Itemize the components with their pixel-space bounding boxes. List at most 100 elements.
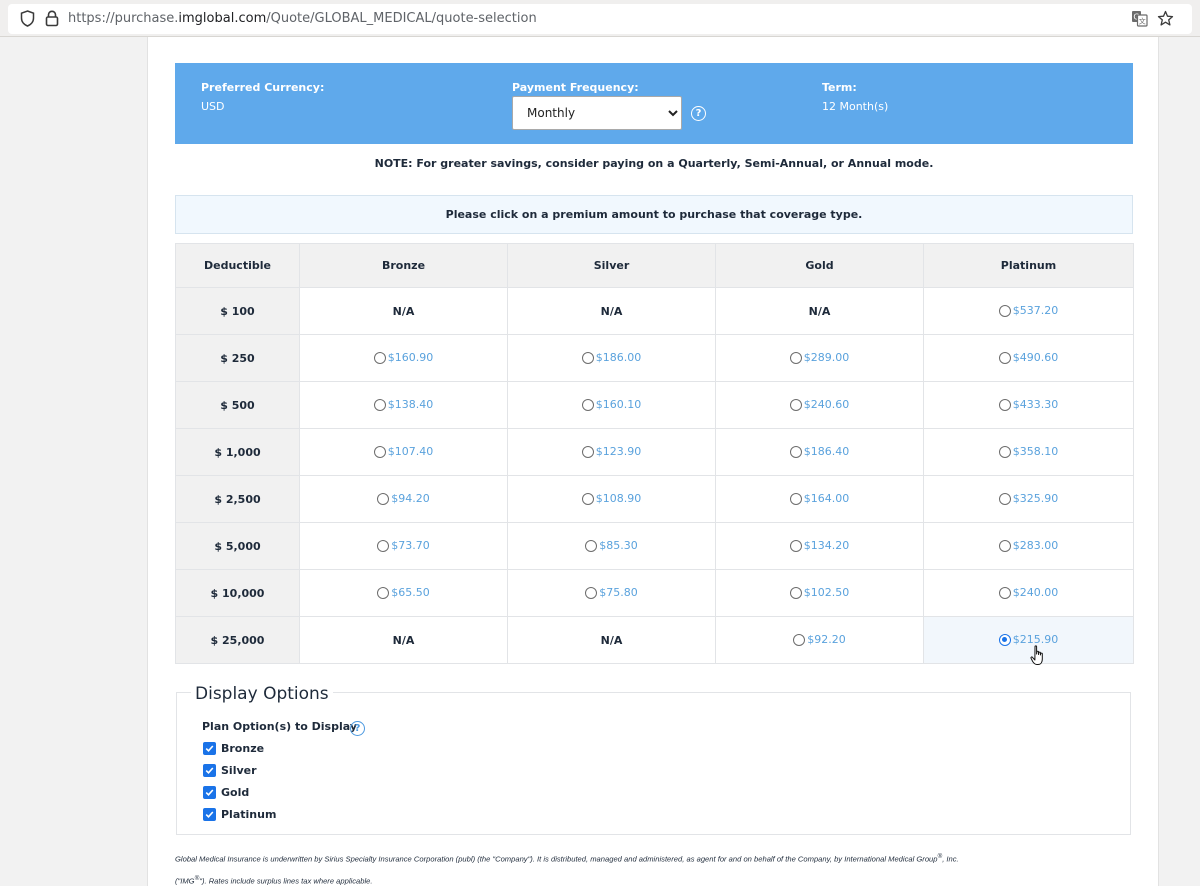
premium-option[interactable]: $215.90: [998, 633, 1058, 646]
premium-amount[interactable]: $85.30: [599, 539, 638, 552]
quote-page: Preferred Currency: USD Payment Frequenc…: [147, 37, 1159, 886]
checkbox-platinum[interactable]: Platinum: [203, 808, 276, 821]
premium-option[interactable]: $433.30: [998, 398, 1059, 411]
radio-icon[interactable]: [789, 351, 802, 364]
radio-icon[interactable]: [998, 304, 1011, 317]
premium-amount[interactable]: $240.00: [1013, 586, 1059, 599]
plan-options-help-icon[interactable]: ?: [350, 721, 365, 736]
premium-option[interactable]: $94.20: [377, 492, 430, 505]
radio-icon[interactable]: [998, 539, 1011, 552]
checkbox-checked-icon[interactable]: [203, 786, 216, 799]
radio-icon[interactable]: [793, 633, 806, 646]
table-row: $ 1,000 $107.40 $123.90 $186.40 $358.10: [175, 428, 1134, 476]
premium-amount[interactable]: $160.90: [388, 351, 434, 364]
radio-icon[interactable]: [998, 398, 1011, 411]
url-text[interactable]: https://purchase.imglobal.com/Quote/GLOB…: [68, 11, 537, 26]
premium-amount[interactable]: $65.50: [391, 586, 430, 599]
premium-amount[interactable]: $186.40: [804, 445, 850, 458]
radio-icon[interactable]: [581, 398, 594, 411]
premium-amount[interactable]: $490.60: [1013, 351, 1059, 364]
premium-option[interactable]: $240.00: [998, 586, 1059, 599]
svg-text:文: 文: [1139, 17, 1146, 26]
premium-option[interactable]: $102.50: [789, 586, 850, 599]
bookmark-star-icon[interactable]: [1157, 10, 1174, 27]
radio-icon[interactable]: [377, 586, 390, 599]
premium-option[interactable]: $134.20: [789, 539, 850, 552]
checkbox-silver[interactable]: Silver: [203, 764, 257, 777]
radio-icon[interactable]: [581, 445, 594, 458]
premium-option[interactable]: $283.00: [998, 539, 1059, 552]
radio-icon[interactable]: [998, 586, 1011, 599]
premium-option[interactable]: $186.40: [789, 445, 850, 458]
radio-icon[interactable]: [998, 445, 1011, 458]
premium-amount[interactable]: $138.40: [388, 398, 434, 411]
premium-amount[interactable]: $92.20: [807, 633, 846, 646]
radio-icon[interactable]: [998, 351, 1011, 364]
premium-amount[interactable]: $102.50: [804, 586, 850, 599]
premium-option[interactable]: $325.90: [998, 492, 1059, 505]
premium-amount[interactable]: $358.10: [1013, 445, 1059, 458]
premium-amount[interactable]: $75.80: [599, 586, 638, 599]
premium-amount[interactable]: $134.20: [804, 539, 850, 552]
premium-amount[interactable]: $325.90: [1013, 492, 1059, 505]
translate-icon[interactable]: G 文: [1131, 10, 1148, 27]
premium-option[interactable]: $164.00: [789, 492, 850, 505]
radio-icon[interactable]: [585, 539, 598, 552]
premium-option[interactable]: $289.00: [789, 351, 850, 364]
premium-amount[interactable]: $186.00: [596, 351, 642, 364]
premium-option[interactable]: $123.90: [581, 445, 642, 458]
premium-option[interactable]: $108.90: [581, 492, 642, 505]
radio-icon[interactable]: [373, 351, 386, 364]
premium-option[interactable]: $160.90: [373, 351, 434, 364]
radio-icon[interactable]: [789, 539, 802, 552]
premium-amount[interactable]: $123.90: [596, 445, 642, 458]
checkbox-checked-icon[interactable]: [203, 742, 216, 755]
checkbox-checked-icon[interactable]: [203, 808, 216, 821]
payment-frequency-select[interactable]: Monthly: [512, 96, 682, 130]
radio-icon[interactable]: [789, 445, 802, 458]
premium-amount[interactable]: $240.60: [804, 398, 850, 411]
radio-icon[interactable]: [377, 539, 390, 552]
radio-icon[interactable]: [998, 492, 1011, 505]
radio-icon[interactable]: [789, 398, 802, 411]
checkbox-checked-icon[interactable]: [203, 764, 216, 777]
radio-icon[interactable]: [377, 492, 390, 505]
premium-option[interactable]: $358.10: [998, 445, 1059, 458]
premium-option[interactable]: $138.40: [373, 398, 434, 411]
premium-amount[interactable]: $289.00: [804, 351, 850, 364]
premium-option[interactable]: $537.20: [998, 304, 1059, 317]
premium-option[interactable]: $85.30: [585, 539, 638, 552]
premium-amount[interactable]: $73.70: [391, 539, 430, 552]
radio-icon[interactable]: [789, 586, 802, 599]
radio-icon[interactable]: [789, 492, 802, 505]
premium-cell-silver: $85.30: [507, 522, 716, 570]
premium-amount[interactable]: $433.30: [1013, 398, 1059, 411]
radio-icon[interactable]: [373, 398, 386, 411]
premium-amount[interactable]: $537.20: [1013, 304, 1059, 317]
lock-icon[interactable]: [45, 10, 59, 27]
premium-amount[interactable]: $160.10: [596, 398, 642, 411]
premium-option[interactable]: $75.80: [585, 586, 638, 599]
premium-amount[interactable]: $108.90: [596, 492, 642, 505]
radio-icon[interactable]: [373, 445, 386, 458]
premium-option[interactable]: $107.40: [373, 445, 434, 458]
checkbox-gold[interactable]: Gold: [203, 786, 249, 799]
premium-option[interactable]: $240.60: [789, 398, 850, 411]
premium-amount[interactable]: $283.00: [1013, 539, 1059, 552]
premium-option[interactable]: $65.50: [377, 586, 430, 599]
tracking-shield-icon[interactable]: [20, 10, 35, 27]
payment-frequency-help-icon[interactable]: ?: [691, 106, 706, 121]
premium-amount[interactable]: $94.20: [391, 492, 430, 505]
premium-option[interactable]: $490.60: [998, 351, 1059, 364]
premium-option[interactable]: $92.20: [793, 633, 846, 646]
premium-amount[interactable]: $107.40: [388, 445, 434, 458]
premium-option[interactable]: $186.00: [581, 351, 642, 364]
checkbox-bronze[interactable]: Bronze: [203, 742, 264, 755]
premium-option[interactable]: $160.10: [581, 398, 642, 411]
premium-amount[interactable]: $164.00: [804, 492, 850, 505]
radio-icon[interactable]: [585, 586, 598, 599]
radio-icon[interactable]: [581, 351, 594, 364]
premium-option[interactable]: $73.70: [377, 539, 430, 552]
radio-icon[interactable]: [581, 492, 594, 505]
radio-selected-icon[interactable]: [998, 633, 1011, 646]
